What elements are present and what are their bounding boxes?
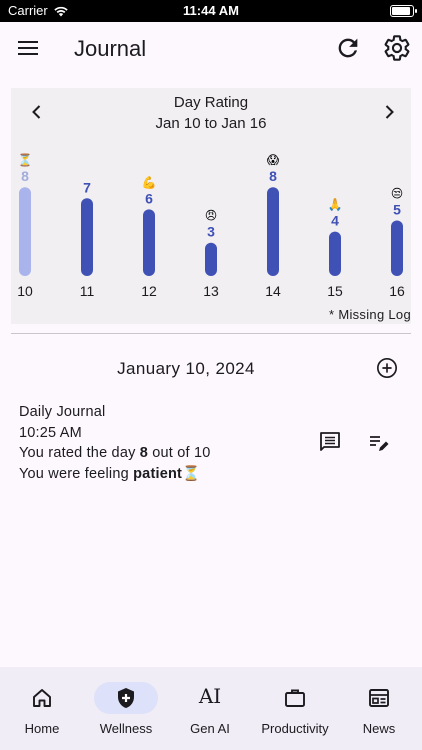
entry-feeling-line: You were feeling patient⏳ bbox=[19, 464, 211, 485]
nav-item-productivity[interactable]: Productivity bbox=[253, 667, 337, 750]
nav-item-news[interactable]: News bbox=[337, 667, 421, 750]
chart-bar[interactable] bbox=[19, 187, 31, 276]
bottom-navigation: Home Wellness AI Gen AI Productivity New… bbox=[0, 667, 422, 750]
nav-item-gen-ai[interactable]: AI Gen AI bbox=[168, 667, 252, 750]
chart-bar[interactable] bbox=[143, 209, 155, 276]
feeling-prefix: You were feeling bbox=[19, 465, 134, 482]
chart-bar[interactable] bbox=[81, 198, 93, 276]
shield-plus-icon bbox=[118, 688, 134, 708]
feeling-value: patient bbox=[133, 465, 183, 482]
menu-button[interactable] bbox=[14, 37, 42, 63]
x-tick-label: 13 bbox=[203, 283, 219, 299]
ai-text-icon: AI bbox=[198, 684, 222, 708]
bar-emoji: 🙏 bbox=[328, 198, 343, 212]
selected-date: January 10, 2024 bbox=[117, 359, 255, 378]
bar-value-label: 5 bbox=[393, 202, 401, 218]
x-tick-label: 11 bbox=[80, 283, 95, 299]
x-tick-label: 12 bbox=[141, 283, 157, 299]
bar-value-label: 8 bbox=[269, 168, 277, 184]
journal-entry[interactable]: Daily Journal 10:25 AM You rated the day… bbox=[19, 402, 211, 484]
rating-suffix: out of 10 bbox=[148, 445, 211, 461]
bar-value-label: 8 bbox=[21, 168, 29, 184]
day-rating-chart: 8 ⏳ 10 7 11 6 💪 12 3 😠 13 8 😱 14 4 🙏 15 5 😒 16 Day Rating J… bbox=[11, 88, 411, 324]
missing-log-note: * Missing Log bbox=[329, 307, 411, 322]
nav-label-wellness: Wellness bbox=[99, 721, 153, 736]
x-tick-label: 10 bbox=[17, 283, 33, 299]
nav-label-gen-ai: Gen AI bbox=[190, 721, 230, 736]
clock: 11:44 AM bbox=[183, 3, 239, 18]
entry-time: 10:25 AM bbox=[19, 424, 82, 441]
home-icon bbox=[33, 689, 51, 707]
bar-value-label: 6 bbox=[145, 190, 153, 206]
nav-label-home: Home bbox=[24, 721, 60, 736]
briefcase-icon bbox=[285, 689, 305, 707]
entry-title: Daily Journal bbox=[19, 404, 106, 420]
nav-label-productivity: Productivity bbox=[261, 721, 329, 736]
chevron-left-icon[interactable] bbox=[27, 102, 47, 122]
app-bar: Journal bbox=[0, 22, 422, 78]
newspaper-icon bbox=[369, 689, 389, 707]
page-title: Journal bbox=[74, 36, 147, 61]
status-bar: Carrier 11:44 AM bbox=[0, 0, 422, 22]
comment-icon[interactable] bbox=[318, 430, 342, 454]
chart-subtitle: Jan 10 to Jan 16 bbox=[155, 115, 267, 132]
chart-bar[interactable] bbox=[391, 220, 403, 277]
entry-rating-line: You rated the day 8 out of 10 bbox=[19, 443, 211, 464]
bar-value-label: 7 bbox=[83, 179, 91, 195]
chart-title: Day Rating bbox=[173, 94, 249, 111]
divider bbox=[11, 333, 411, 334]
nav-item-home[interactable]: Home bbox=[0, 667, 84, 750]
battery-icon bbox=[390, 5, 417, 17]
bar-emoji: 😱 bbox=[267, 153, 280, 167]
x-tick-label: 15 bbox=[327, 283, 343, 299]
x-tick-label: 14 bbox=[265, 283, 281, 299]
nav-item-wellness[interactable]: Wellness bbox=[84, 667, 168, 750]
chart-bar[interactable] bbox=[205, 242, 217, 276]
bar-emoji: 😒 bbox=[391, 187, 404, 201]
gear-icon[interactable] bbox=[383, 34, 411, 62]
feeling-emoji: ⏳ bbox=[182, 465, 201, 482]
chart-bar[interactable] bbox=[329, 231, 341, 276]
add-circle-icon[interactable] bbox=[376, 357, 398, 379]
bar-emoji: 💪 bbox=[142, 175, 157, 189]
chart-bar[interactable] bbox=[267, 187, 279, 276]
rating-prefix: You rated the day bbox=[19, 445, 140, 461]
nav-label-news: News bbox=[362, 721, 396, 736]
x-tick-label: 16 bbox=[389, 283, 405, 299]
bar-emoji: ⏳ bbox=[18, 153, 33, 167]
bar-value-label: 4 bbox=[331, 213, 339, 229]
bar-emoji: 😠 bbox=[205, 209, 218, 223]
rating-value: 8 bbox=[139, 445, 149, 461]
chevron-right-icon[interactable] bbox=[379, 102, 399, 122]
refresh-icon[interactable] bbox=[334, 34, 362, 62]
edit-note-icon[interactable] bbox=[367, 431, 391, 455]
bar-value-label: 3 bbox=[207, 224, 215, 240]
